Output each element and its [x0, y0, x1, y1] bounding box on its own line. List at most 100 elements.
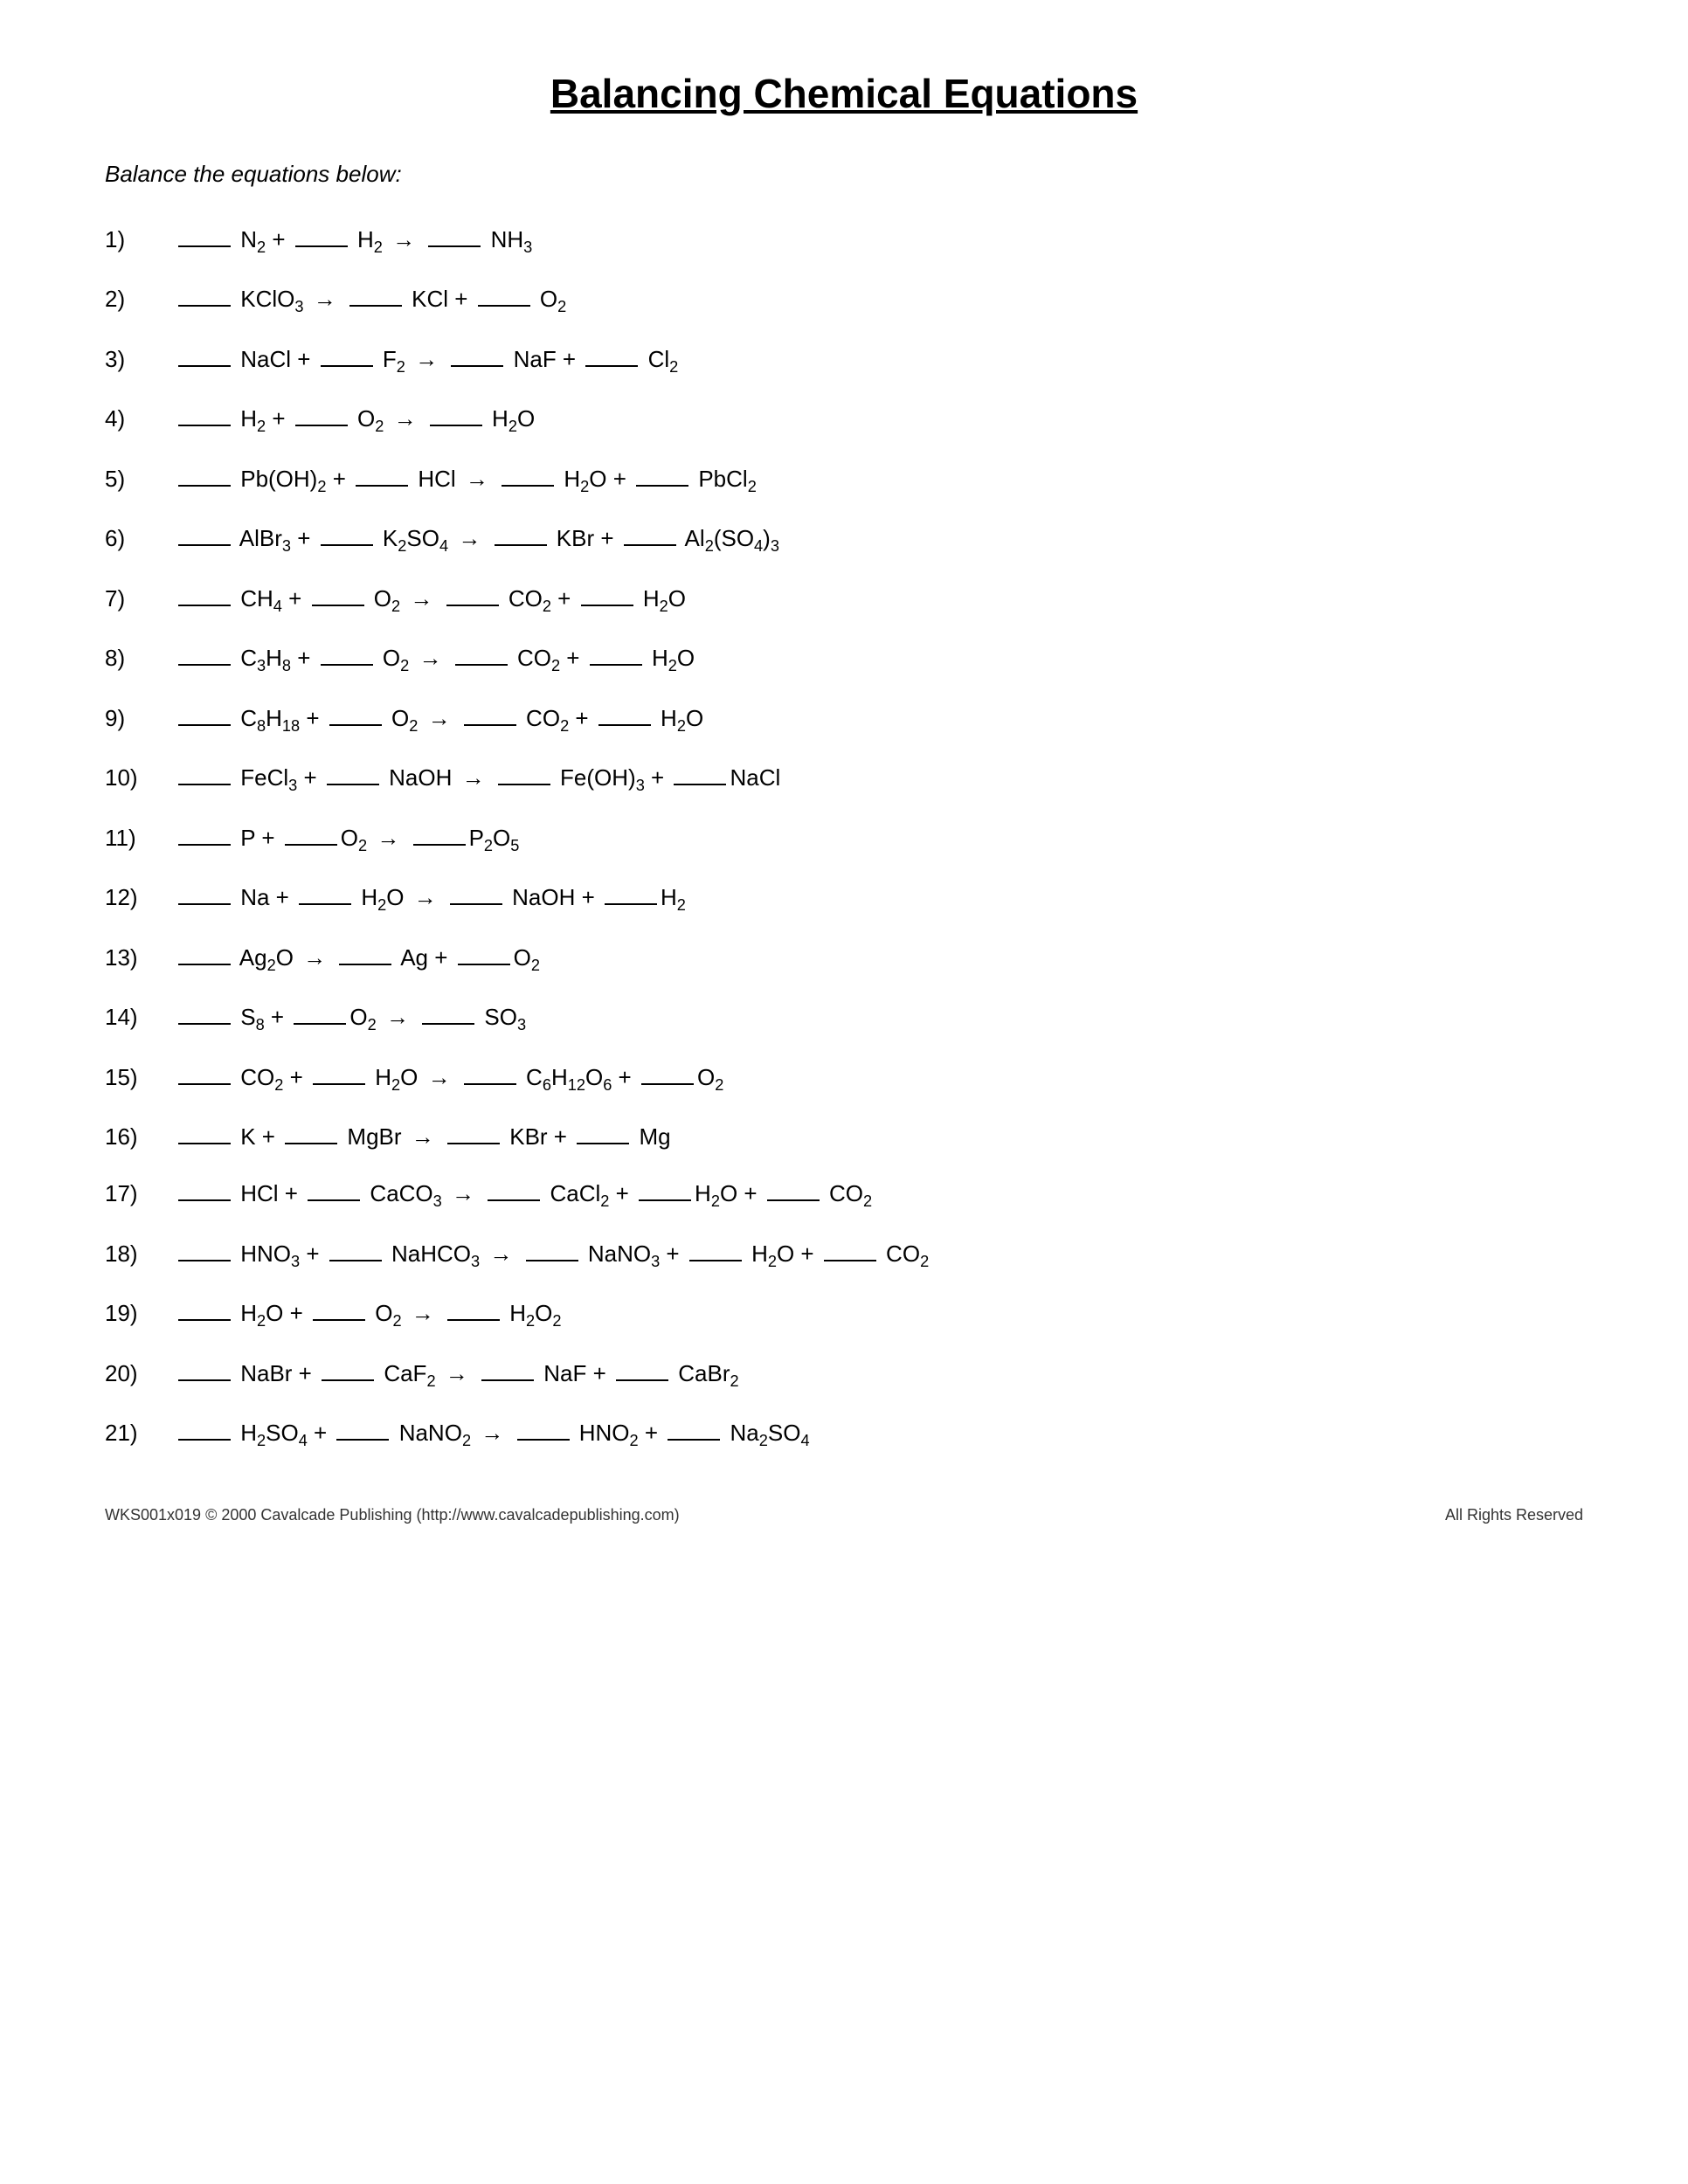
- blank: [502, 485, 554, 487]
- blank: [639, 1199, 691, 1201]
- blank: [464, 724, 516, 726]
- blank: [178, 903, 231, 905]
- eq-num-6: 6): [105, 522, 175, 556]
- blank: [446, 605, 499, 606]
- eq-num-17: 17): [105, 1177, 175, 1211]
- eq-num-10: 10): [105, 761, 175, 795]
- blank: [178, 305, 231, 307]
- equation-10: 10) FeCl3 + NaOH → Fe(OH)3 + NaCl: [105, 761, 1583, 798]
- blank: [451, 365, 503, 367]
- blank: [178, 1199, 231, 1201]
- blank: [689, 1260, 742, 1261]
- blank: [178, 664, 231, 666]
- eq-num-18: 18): [105, 1237, 175, 1271]
- blank: [450, 903, 502, 905]
- blank: [313, 1319, 365, 1321]
- blank: [598, 724, 651, 726]
- blank: [327, 784, 379, 785]
- blank: [526, 1260, 578, 1261]
- blank: [488, 1199, 540, 1201]
- eq-num-8: 8): [105, 641, 175, 675]
- eq-body-1: N2 + H2 → NH3: [175, 223, 532, 259]
- blank: [295, 425, 348, 426]
- blank: [321, 365, 373, 367]
- equation-3: 3) NaCl + F2 → NaF + Cl2: [105, 342, 1583, 379]
- blank: [585, 365, 638, 367]
- eq-body-14: S8 + O2 → SO3: [175, 1000, 526, 1037]
- blank: [356, 485, 408, 487]
- blank: [178, 844, 231, 846]
- blank: [767, 1199, 820, 1201]
- blank: [498, 784, 550, 785]
- eq-num-16: 16): [105, 1120, 175, 1154]
- eq-body-20: NaBr + CaF2 → NaF + CaBr2: [175, 1357, 739, 1393]
- blank: [299, 903, 351, 905]
- blank: [178, 964, 231, 965]
- blank: [295, 245, 348, 247]
- eq-num-12: 12): [105, 881, 175, 915]
- blank: [178, 544, 231, 546]
- eq-body-3: NaCl + F2 → NaF + Cl2: [175, 342, 678, 379]
- eq-num-15: 15): [105, 1061, 175, 1095]
- blank: [285, 844, 337, 846]
- eq-body-2: KClO3 → KCl + O2: [175, 282, 566, 319]
- eq-body-4: H2 + O2 → H2O: [175, 402, 535, 439]
- eq-num-7: 7): [105, 582, 175, 616]
- blank: [430, 425, 482, 426]
- equation-21: 21) H2SO4 + NaNO2 → HNO2 + Na2SO4: [105, 1416, 1583, 1453]
- blank: [422, 1023, 474, 1025]
- blank: [824, 1260, 876, 1261]
- blank: [336, 1439, 389, 1441]
- blank: [178, 425, 231, 426]
- footer-left: WKS001x019 © 2000 Cavalcade Publishing (…: [105, 1506, 680, 1524]
- blank: [178, 485, 231, 487]
- blank: [349, 305, 402, 307]
- eq-num-9: 9): [105, 702, 175, 736]
- eq-num-2: 2): [105, 282, 175, 316]
- eq-body-8: C3H8 + O2 → CO2 + H2O: [175, 641, 695, 678]
- eq-body-10: FeCl3 + NaOH → Fe(OH)3 + NaCl: [175, 761, 780, 798]
- eq-num-1: 1): [105, 223, 175, 257]
- equation-9: 9) C8H18 + O2 → CO2 + H2O: [105, 702, 1583, 738]
- eq-body-5: Pb(OH)2 + HCl → H2O + PbCl2: [175, 462, 757, 499]
- blank: [294, 1023, 346, 1025]
- blank: [447, 1319, 500, 1321]
- eq-num-14: 14): [105, 1000, 175, 1034]
- blank: [178, 1143, 231, 1144]
- blank: [321, 544, 373, 546]
- eq-num-3: 3): [105, 342, 175, 377]
- instructions: Balance the equations below:: [105, 161, 1583, 188]
- blank: [178, 1083, 231, 1085]
- blank: [178, 245, 231, 247]
- eq-num-5: 5): [105, 462, 175, 496]
- equation-16: 16) K + MgBr → KBr + Mg: [105, 1120, 1583, 1154]
- blank: [339, 964, 391, 965]
- eq-num-13: 13): [105, 941, 175, 975]
- blank: [517, 1439, 570, 1441]
- equation-17: 17) HCl + CaCO3 → CaCl2 + H2O + CO2: [105, 1177, 1583, 1213]
- blank: [329, 1260, 382, 1261]
- blank: [581, 605, 633, 606]
- blank: [178, 784, 231, 785]
- eq-num-19: 19): [105, 1296, 175, 1330]
- blank: [329, 724, 382, 726]
- equation-8: 8) C3H8 + O2 → CO2 + H2O: [105, 641, 1583, 678]
- equation-20: 20) NaBr + CaF2 → NaF + CaBr2: [105, 1357, 1583, 1393]
- eq-body-15: CO2 + H2O → C6H12O6 + O2: [175, 1061, 723, 1097]
- equation-11: 11) P + O2 → P2O5: [105, 821, 1583, 858]
- blank: [178, 1379, 231, 1381]
- equation-12: 12) Na + H2O → NaOH + H2: [105, 881, 1583, 917]
- blank: [313, 1083, 365, 1085]
- equation-15: 15) CO2 + H2O → C6H12O6 + O2: [105, 1061, 1583, 1097]
- eq-body-9: C8H18 + O2 → CO2 + H2O: [175, 702, 703, 738]
- blank: [312, 605, 364, 606]
- blank: [308, 1199, 360, 1201]
- eq-num-11: 11): [105, 821, 175, 855]
- blank: [668, 1439, 720, 1441]
- blank: [478, 305, 530, 307]
- equation-14: 14) S8 + O2 → SO3: [105, 1000, 1583, 1037]
- blank: [464, 1083, 516, 1085]
- blank: [636, 485, 688, 487]
- eq-body-16: K + MgBr → KBr + Mg: [175, 1120, 671, 1154]
- eq-body-11: P + O2 → P2O5: [175, 821, 519, 858]
